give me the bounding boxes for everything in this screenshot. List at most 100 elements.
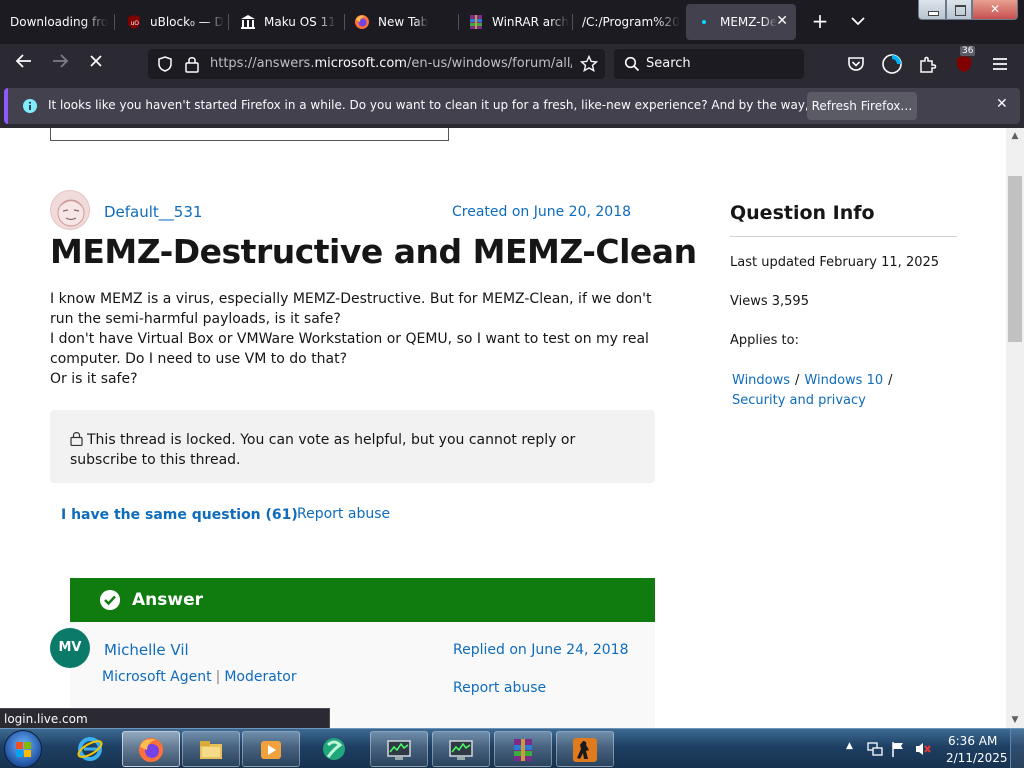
page-content: Default__531 Created on June 20, 2018 ME… [0,128,1006,728]
close-tab-icon[interactable]: ✕ [776,13,788,29]
list-all-tabs-button[interactable] [846,8,870,36]
media-player-icon [261,741,281,759]
forum-search-box[interactable] [50,128,449,141]
replied-date[interactable]: Replied on June 24, 2018 [453,642,629,658]
svg-text:uO: uO [131,20,140,27]
role-microsoft-agent[interactable]: Microsoft Agent [102,669,212,685]
question-info-heading: Question Info [730,202,875,224]
tag-windows[interactable]: Windows [732,373,790,388]
tab-label: MEMZ-De [720,15,778,29]
winrar-icon [514,739,532,761]
search-input[interactable]: Search [646,56,691,71]
shield-icon[interactable] [156,55,174,73]
search-bar[interactable]: Search [614,49,804,79]
star-bookmark-icon[interactable] [580,55,598,73]
divider [730,236,957,237]
avatar-image-icon [57,199,85,227]
tag-security-privacy[interactable]: Security and privacy [732,393,866,408]
taskbar-internet-explorer[interactable] [62,731,120,767]
winamp-icon [323,738,345,760]
tab-memz-active[interactable]: MEMZ-De ✕ [686,4,796,40]
search-icon [624,56,640,72]
page-scrollbar[interactable]: ▲ ▼ [1006,128,1024,728]
tab-ublock[interactable]: uO uBlock₀ — D [116,4,226,40]
taskbar-monitor-2[interactable] [432,731,490,767]
avatar[interactable] [50,190,90,230]
action-center-flag-icon[interactable] [890,740,906,758]
tab-maku-os[interactable]: Maku OS 11 [230,4,342,40]
role-moderator[interactable]: Moderator [224,669,296,685]
show-desktop-button[interactable] [1010,729,1024,768]
tab-downloading[interactable]: Downloading fro [0,4,112,40]
tag-separator: / [888,373,893,388]
locked-message: This thread is locked. You can vote as h… [70,432,576,468]
taskbar-winamp[interactable] [306,731,364,767]
tag-separator: / [795,373,800,388]
same-question-button[interactable]: I have the same question (61) [61,507,298,523]
taskbar-media-player[interactable] [242,731,300,767]
applies-to-tags: Windows / Windows 10 / Security and privacy [732,371,932,411]
museum-icon [241,15,255,29]
tab-label: /C:/Program%20 [582,15,680,29]
clock-time[interactable]: 6:36 AM [948,734,997,748]
counter-strike-icon [573,738,597,762]
url-text[interactable]: https://answers.microsoft.com/en-us/wind… [210,56,572,71]
loading-dot-icon [702,20,706,24]
hamburger-menu-icon[interactable] [988,52,1012,76]
winrar-icon [470,15,482,29]
question-paragraph: Or is it safe? [50,371,138,387]
report-abuse-link[interactable]: Report abuse [453,680,546,696]
lock-icon[interactable] [184,55,200,73]
author-link[interactable]: Default__531 [104,203,202,221]
show-hidden-icons-icon[interactable]: ▲ [846,741,853,751]
answer-label: Answer [132,590,203,610]
windows-logo-icon [16,742,31,757]
created-date[interactable]: Created on June 20, 2018 [452,204,631,220]
tag-windows-10[interactable]: Windows 10 [804,373,883,388]
url-bar[interactable]: https://answers.microsoft.com/en-us/wind… [148,49,605,79]
replier-link[interactable]: Michelle Vil [104,641,189,659]
lock-icon [70,432,83,447]
report-abuse-link[interactable]: Report abuse [297,506,390,522]
ublock-toolbar-button[interactable]: 36 [952,46,976,76]
avatar[interactable]: MV [50,628,90,668]
network-icon[interactable] [866,740,884,758]
minimize-window-button[interactable] [918,0,946,20]
file-explorer-icon [200,741,222,759]
tab-label: New Tab [378,15,429,29]
tab-program-files[interactable]: /C:/Program%20 [572,4,684,40]
tab-winrar[interactable]: WinRAR arch [458,4,570,40]
sync-account-icon[interactable] [880,52,904,76]
taskbar-file-explorer[interactable] [182,731,240,767]
close-icon[interactable]: ✕ [996,96,1008,112]
volume-muted-icon[interactable] [914,740,932,758]
start-button[interactable] [4,730,42,768]
pocket-icon[interactable] [844,52,868,76]
question-paragraph: I don't have Virtual Box or VMWare Works… [50,331,649,367]
role-separator: | [215,669,221,685]
tab-label: WinRAR arch [492,15,569,29]
scroll-up-arrow-icon[interactable]: ▲ [1006,128,1024,144]
scroll-down-arrow-icon[interactable]: ▼ [1006,712,1024,728]
taskbar-winrar[interactable] [494,731,552,767]
close-window-button[interactable]: ✕ [972,0,1018,20]
tab-new-tab[interactable]: New Tab [344,4,456,40]
url-domain: microsoft.com [314,56,407,71]
maximize-window-button[interactable] [946,0,972,20]
taskbar-firefox[interactable] [122,731,180,767]
checkmark-icon [100,590,120,610]
notification-panel: It looks like you haven't started Firefo… [4,88,1020,124]
extensions-puzzle-icon[interactable] [916,52,940,76]
views-count: Views 3,595 [730,294,809,309]
taskbar-counter-strike[interactable] [556,731,614,767]
internet-explorer-icon [77,737,103,761]
forward-button[interactable] [46,52,74,76]
taskbar-monitor-1[interactable] [370,731,428,767]
scrollbar-thumb[interactable] [1008,176,1022,342]
new-tab-button[interactable]: + [806,8,834,36]
clock-date[interactable]: 2/11/2025 [946,751,1008,765]
stop-button[interactable] [82,52,110,76]
refresh-firefox-button[interactable]: Refresh Firefox… [807,92,917,120]
back-button[interactable] [10,52,38,76]
url-prefix: https://answers. [210,56,315,71]
